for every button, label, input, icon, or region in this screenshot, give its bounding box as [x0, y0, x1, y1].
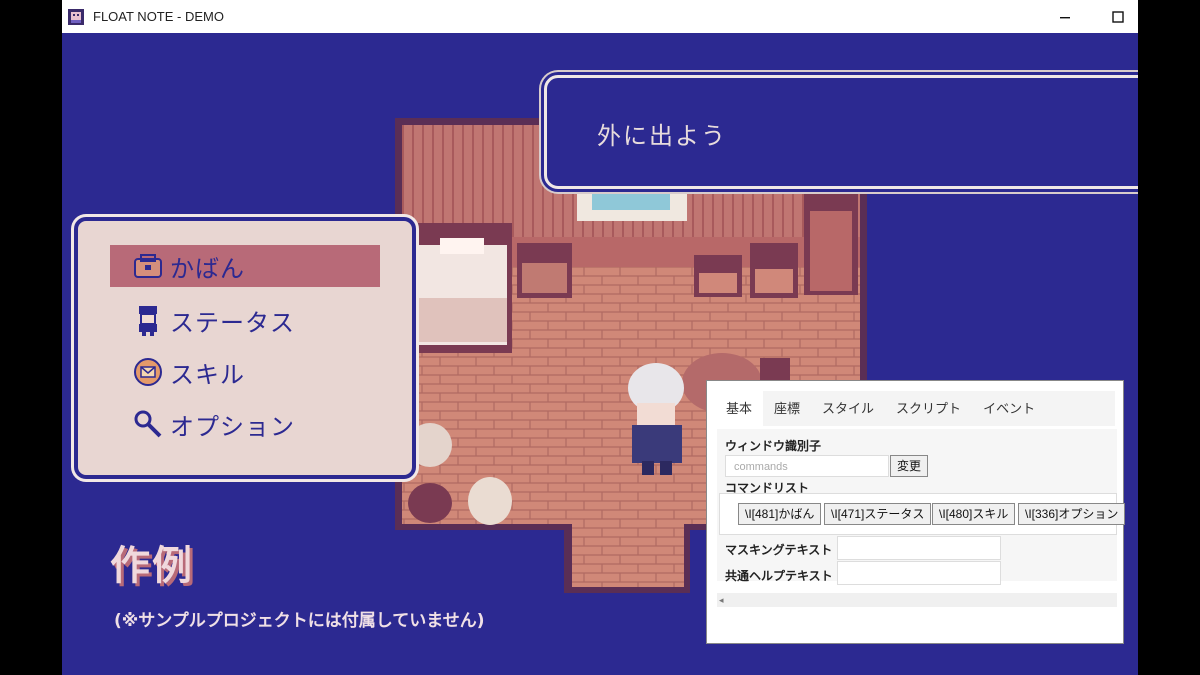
editor-tabs: 基本 座標 スタイル スクリプト イベント — [715, 391, 1115, 426]
menu-item-option[interactable]: オプション — [110, 403, 380, 445]
window-id-label: ウィンドウ識別子 — [725, 439, 822, 453]
command-item-bag[interactable]: \I[481]かばん — [738, 503, 822, 525]
menu-item-label: オプション — [170, 412, 295, 441]
tab-event[interactable]: イベント — [972, 391, 1046, 426]
command-list: \I[481]かばん \I[471]ステータス \I[480]スキル \I[33… — [719, 493, 1126, 535]
tab-basic[interactable]: 基本 — [715, 391, 764, 426]
help-text-label: 共通ヘルプテキスト — [725, 569, 833, 583]
command-item-option[interactable]: \I[336]オプション — [1018, 503, 1126, 525]
caption-title: 作例 — [110, 543, 194, 589]
menu-item-label: ステータス — [170, 308, 295, 337]
message-text: 外に出よう — [597, 122, 727, 150]
wrench-icon — [132, 408, 164, 440]
app-icon — [68, 8, 84, 25]
tab-script[interactable]: スクリプト — [885, 391, 972, 426]
title-bar: FLOAT NOTE - DEMO — [62, 0, 1138, 33]
skill-scroll-icon — [132, 356, 164, 388]
tab-position[interactable]: 座標 — [763, 391, 811, 426]
command-menu: かばん ステータス スキル オプション — [74, 217, 416, 479]
window-id-input[interactable]: commands — [725, 455, 889, 477]
character-icon — [132, 304, 164, 336]
bag-icon — [132, 250, 164, 282]
minimize-button[interactable] — [1042, 0, 1088, 33]
horizontal-scrollbar[interactable]: ◂ — [717, 593, 1117, 607]
editor-basic-panel: ウィンドウ識別子 commands 変更 コマンドリスト \I[481]かばん … — [717, 429, 1126, 585]
window-title: FLOAT NOTE - DEMO — [93, 9, 224, 24]
command-item-skill[interactable]: \I[480]スキル — [932, 503, 1016, 525]
maximize-icon — [1112, 10, 1124, 23]
help-text-input[interactable] — [837, 561, 1001, 585]
tab-style[interactable]: スタイル — [811, 391, 885, 426]
maximize-button[interactable] — [1095, 0, 1138, 33]
menu-item-label: かばん — [170, 254, 245, 283]
menu-item-status[interactable]: ステータス — [110, 299, 380, 341]
scroll-left-icon[interactable]: ◂ — [719, 593, 724, 607]
minimize-icon — [1060, 16, 1070, 18]
masking-text-input[interactable] — [837, 536, 1001, 560]
command-item-status[interactable]: \I[471]ステータス — [824, 503, 932, 525]
masking-text-label: マスキングテキスト — [725, 543, 833, 557]
menu-item-bag[interactable]: かばん — [110, 245, 380, 287]
message-window: 外に出よう — [544, 75, 1138, 189]
change-button[interactable]: 変更 — [890, 455, 929, 477]
menu-item-label: スキル — [170, 360, 245, 389]
menu-item-skill[interactable]: スキル — [110, 351, 380, 393]
window-editor-panel: 基本 座標 スタイル スクリプト イベント ウィンドウ識別子 commands … — [706, 380, 1126, 644]
caption-note: (※サンプルプロジェクトには付属していません) — [114, 611, 485, 631]
